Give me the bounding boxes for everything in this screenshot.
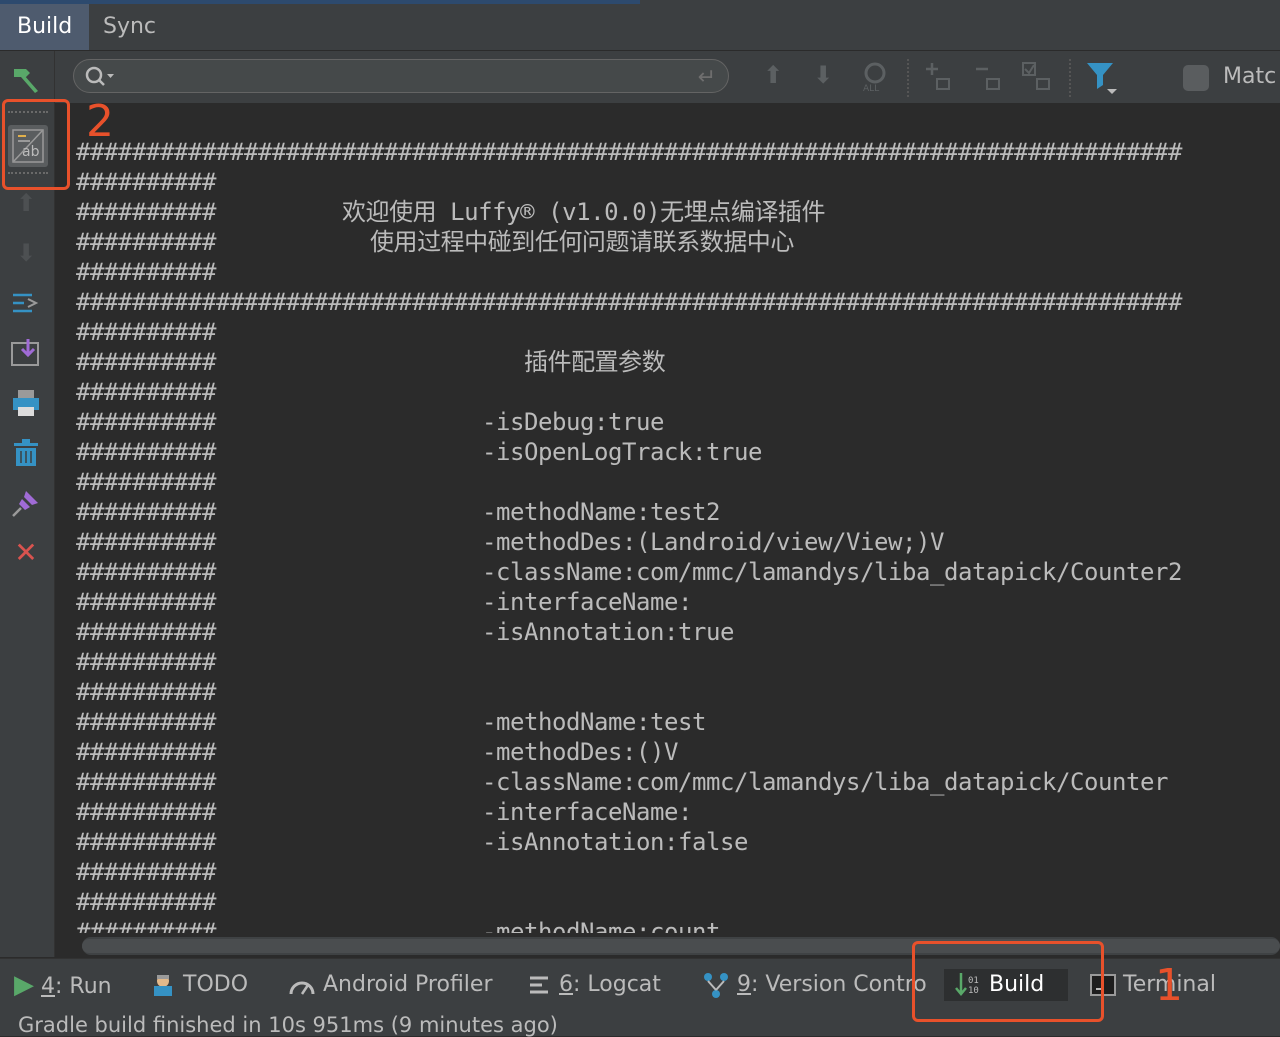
toolbar-separator — [1069, 59, 1072, 97]
next-occurrence-icon[interactable]: ⬇ — [813, 61, 833, 89]
branch-icon — [702, 972, 737, 998]
tool-tab-version-control[interactable]: 9: Version Contro — [702, 969, 927, 1001]
svg-text:ALL: ALL — [863, 84, 879, 93]
logcat-icon — [528, 972, 559, 997]
build-console-output[interactable]: ########################################… — [76, 137, 1276, 933]
tool-tab-version-control-number: 9 — [737, 972, 751, 997]
console-line: ########## — [76, 258, 216, 286]
console-line: ########## 使用过程中碰到任何问题请联系数据中心 — [76, 228, 794, 256]
add-selection-icon[interactable] — [923, 61, 955, 99]
tool-tab-logcat-label: : Logcat — [573, 972, 661, 997]
console-line: ########## -methodDes:()V — [76, 738, 678, 766]
console-line: ########## -isAnnotation:true — [76, 618, 734, 646]
console-line: ########## -className:com/mmc/lamandys/l… — [76, 558, 1182, 586]
scroll-to-end-icon[interactable] — [10, 337, 42, 369]
todo-icon — [150, 972, 183, 997]
scroll-down-icon[interactable]: ⬇ — [10, 237, 42, 269]
tool-tab-version-control-label: : Version Contro — [751, 972, 927, 997]
compare-icon[interactable] — [10, 287, 42, 319]
console-line: ########## -isDebug:true — [76, 408, 664, 436]
search-icon[interactable] — [84, 65, 118, 93]
tool-tab-logcat[interactable]: 6: Logcat — [528, 969, 661, 1001]
toolbar-separator — [907, 59, 910, 97]
console-line: ########## — [76, 678, 216, 706]
select-all-occurrences-icon[interactable]: ALL — [861, 61, 891, 98]
tool-tab-run-label: : Run — [55, 974, 112, 999]
previous-occurrence-icon[interactable]: ⬆ — [763, 61, 783, 89]
trash-icon[interactable] — [10, 437, 42, 469]
tool-tab-run[interactable]: ▶ 4: Run — [14, 969, 112, 1001]
tab-build[interactable]: Build — [0, 4, 90, 50]
close-icon[interactable]: ✕ — [10, 537, 42, 569]
tab-sync[interactable]: Sync — [86, 4, 173, 50]
console-line: ########## -methodName:test2 — [76, 498, 720, 526]
tool-tab-run-number: 4 — [41, 974, 55, 999]
console-line: ########## -isOpenLogTrack:true — [76, 438, 762, 466]
tool-tab-terminal[interactable]: Terminal — [1090, 969, 1216, 1001]
console-line: ########## -methodName:test — [76, 708, 706, 736]
remove-selection-icon[interactable] — [973, 61, 1005, 99]
filter-icon[interactable] — [1085, 61, 1119, 101]
tool-tab-logcat-number: 6 — [559, 972, 573, 997]
console-line: ########## -isAnnotation:false — [76, 828, 748, 856]
scroll-up-icon[interactable]: ⬆ — [10, 187, 42, 219]
pin-icon[interactable] — [10, 487, 42, 519]
console-line: ########## -methodName:count — [76, 918, 720, 933]
console-line: ########## — [76, 858, 216, 886]
search-input[interactable]: ↵ — [73, 59, 729, 93]
build-hammer-icon[interactable] — [10, 63, 42, 95]
gauge-icon — [288, 972, 323, 997]
console-line: ########################################… — [76, 138, 1182, 166]
print-icon[interactable] — [10, 387, 42, 419]
console-line: ########################################… — [76, 288, 1182, 316]
select-all-icon[interactable] — [1021, 61, 1053, 99]
tool-window-tabbar: Build Sync — [0, 4, 1280, 51]
tool-tab-android-profiler[interactable]: Android Profiler — [288, 969, 493, 1001]
console-line: ########## 欢迎使用 Luffy® (v1.0.0)无埋点编译插件 — [76, 198, 826, 226]
console-line: ########## — [76, 378, 216, 406]
console-toolbar: ↵ ⬆ ⬇ ALL Matc — [55, 51, 1280, 103]
match-case-checkbox[interactable] — [1183, 65, 1209, 91]
run-icon: ▶ — [14, 970, 34, 1000]
console-line: ########## — [76, 888, 216, 916]
tool-tab-android-profiler-label: Android Profiler — [323, 972, 493, 997]
console-line: ########## -methodDes:(Landroid/view/Vie… — [76, 528, 944, 556]
console-line: ########## — [76, 648, 216, 676]
status-text: Gradle build finished in 10s 951ms (9 mi… — [18, 1013, 558, 1037]
annotation-box-1 — [912, 941, 1104, 1022]
console-line: ########## — [76, 168, 216, 196]
match-case-label: Matc — [1223, 64, 1277, 89]
console-line: ########## 插件配置参数 — [76, 348, 666, 376]
annotation-number-1: 1 — [1155, 960, 1183, 1011]
console-line: ########## -className:com/mmc/lamandys/l… — [76, 768, 1168, 796]
tool-tab-todo[interactable]: TODO — [150, 969, 248, 1001]
console-line: ########## — [76, 468, 216, 496]
console-line: ########## — [76, 318, 216, 346]
console-line: ########## -interfaceName: — [76, 798, 692, 826]
enter-icon: ↵ — [697, 65, 716, 90]
tool-tab-todo-label: TODO — [183, 972, 249, 997]
console-line: ########## -interfaceName: — [76, 588, 692, 616]
annotation-box-2 — [2, 99, 70, 190]
annotation-number-2: 2 — [86, 96, 114, 147]
